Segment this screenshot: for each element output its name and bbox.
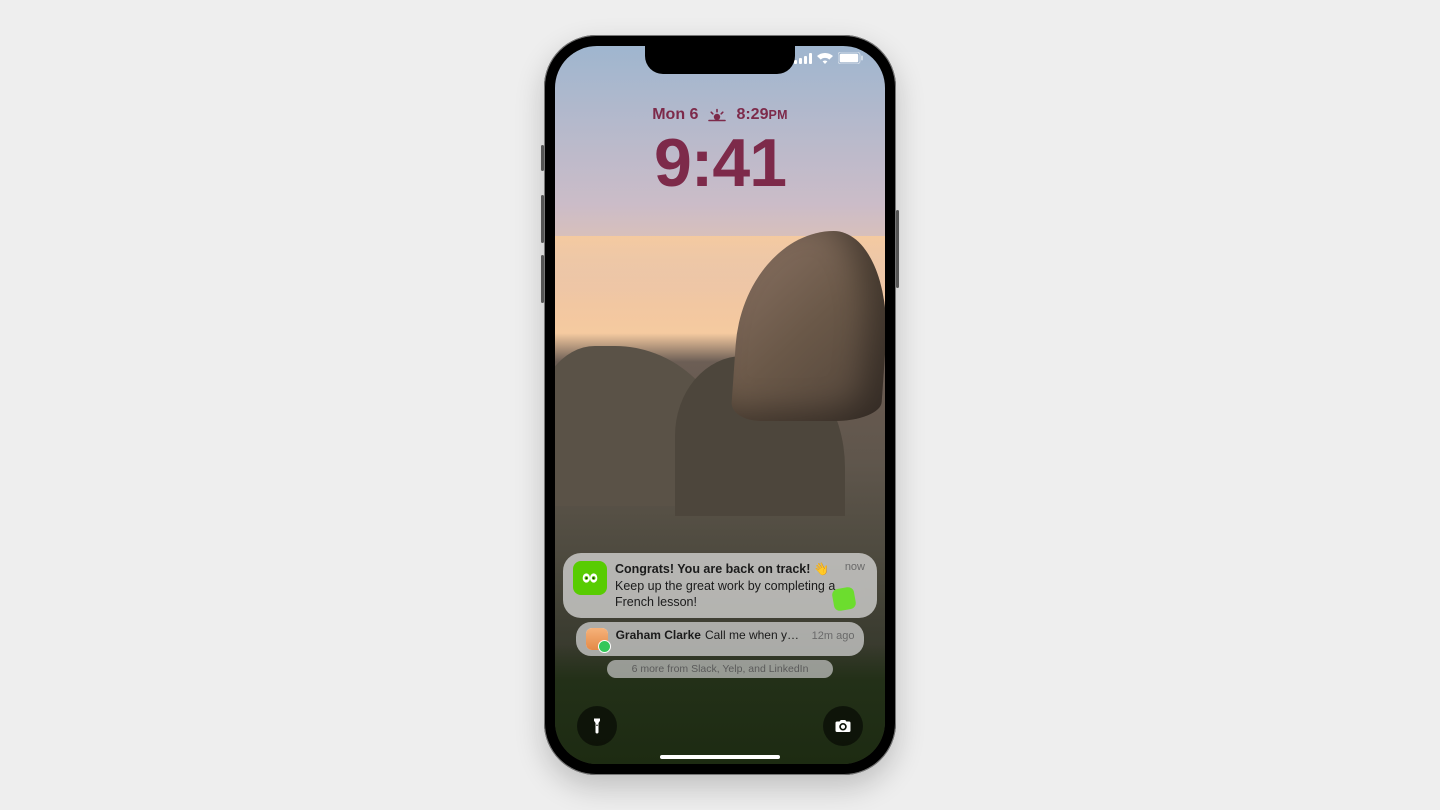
date-label: Mon 6 [652,106,698,124]
battery-icon [838,52,863,64]
duolingo-badge-icon [831,586,856,611]
flashlight-icon [588,717,606,735]
notification-title: Congrats! You are back on track! 👋 [615,561,867,577]
notification-preview: Call me when y… [705,628,799,644]
volume-down-button [541,255,544,303]
notification-timestamp: 12m ago [812,629,855,643]
notification-stack-summary[interactable]: 6 more from Slack, Yelp, and LinkedIn [607,660,833,678]
camera-button[interactable] [823,706,863,746]
notification-body: Keep up the great work by completing a F… [615,578,867,611]
lock-clock: 9:41 [555,124,885,202]
side-button [896,210,899,288]
notification-timestamp: now [845,561,865,573]
flashlight-button[interactable] [577,706,617,746]
notification-card[interactable]: Graham Clarke Call me when y… 12m ago [576,622,865,656]
widget-time: 8:29PM [736,106,787,124]
notification-card[interactable]: Congrats! You are back on track! 👋 Keep … [563,553,877,618]
notification-list[interactable]: Congrats! You are back on track! 👋 Keep … [563,553,877,678]
volume-up-button [541,195,544,243]
lock-screen[interactable]: Mon 6 8:29PM 9:41 Congrats! You are back… [555,46,885,764]
cellular-icon [794,53,812,64]
notch [645,46,795,74]
wifi-icon [817,53,833,64]
date-widget-row[interactable]: Mon 6 8:29PM [555,106,885,124]
home-indicator[interactable] [660,755,780,759]
phone-frame: Mon 6 8:29PM 9:41 Congrats! You are back… [544,35,896,775]
contact-avatar-icon [586,628,608,650]
camera-icon [834,717,852,735]
status-bar [794,52,863,64]
notification-sender: Graham Clarke [616,628,701,644]
mute-switch [541,145,544,171]
sunset-icon [708,108,726,122]
duolingo-icon [573,561,607,595]
